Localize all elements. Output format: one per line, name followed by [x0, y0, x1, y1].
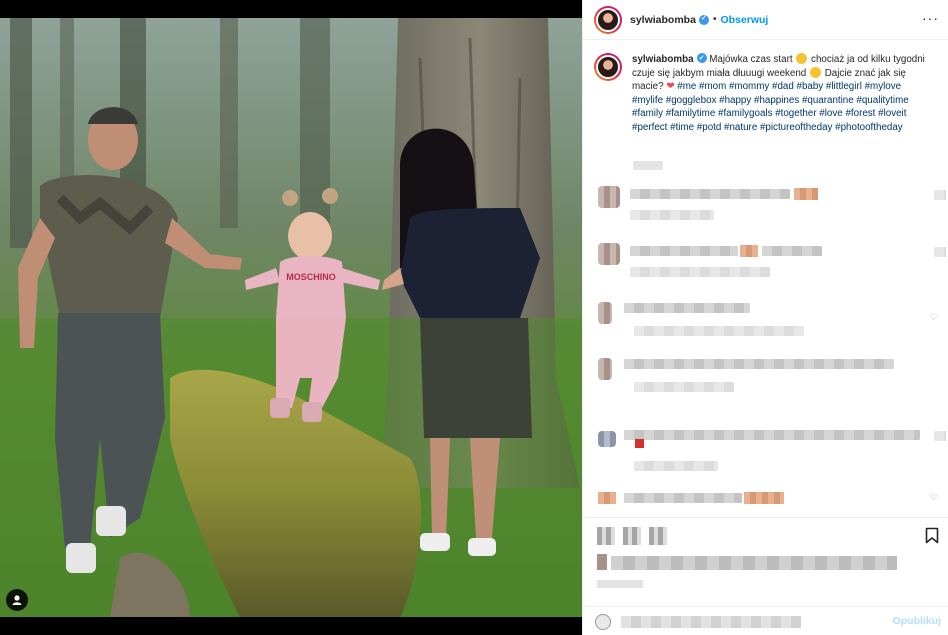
comment-avatar-redacted[interactable]	[598, 492, 616, 504]
smiling-emoji-icon	[796, 53, 808, 64]
like-icon[interactable]	[597, 527, 615, 545]
publish-button[interactable]: Opublikuj	[893, 615, 941, 627]
comment-like-redacted	[934, 190, 946, 200]
comment-flag-redacted	[635, 439, 644, 448]
caption-timestamp-redacted	[633, 161, 663, 170]
comment-text-redacted	[624, 303, 750, 313]
verified-badge-icon	[696, 52, 707, 66]
comment-item	[594, 354, 946, 398]
emoji-icon[interactable]	[595, 613, 611, 630]
comment-avatar[interactable]	[598, 243, 620, 265]
user-silhouette-icon	[12, 595, 22, 605]
comment-like-icon[interactable]: ♡	[930, 312, 938, 323]
add-comment-bar: Opublikuj	[583, 606, 948, 635]
action-icons-redacted	[597, 527, 667, 545]
comment-item	[594, 182, 946, 226]
comment-avatar[interactable]	[598, 302, 612, 324]
caption-username[interactable]: sylwiabomba	[632, 54, 694, 65]
comment-meta-redacted	[634, 461, 718, 471]
comment-icon[interactable]	[623, 527, 641, 545]
comment-text-redacted	[624, 359, 894, 369]
comment-emoji-redacted	[740, 245, 758, 257]
comment-meta-redacted	[634, 382, 734, 392]
more-options-icon[interactable]: ···	[922, 10, 939, 26]
instagram-post-view: MOSCHINO sylwiabomba ✓ • Obserwuj ··· sy…	[0, 0, 948, 635]
follow-button[interactable]: Obserwuj	[720, 14, 768, 26]
comment-item	[594, 239, 946, 283]
comment-emoji-redacted	[794, 188, 818, 200]
photo-scene: MOSCHINO	[0, 18, 582, 617]
post-actions: Opublikuj	[583, 517, 948, 635]
comment-input-redacted[interactable]	[621, 615, 801, 628]
comment-item	[594, 427, 946, 471]
comment-item: ♡	[594, 298, 946, 342]
comment-like-icon[interactable]: ♡	[930, 492, 938, 503]
comment-like-redacted	[934, 431, 946, 441]
comment-text-redacted	[630, 246, 738, 256]
post-date-redacted	[597, 580, 643, 588]
bookmark-icon[interactable]	[925, 527, 939, 544]
post-caption: sylwiabomba Majówka czas start chociaż j…	[594, 52, 944, 135]
comment-text-redacted	[630, 189, 790, 199]
post-photo[interactable]: MOSCHINO	[0, 0, 582, 635]
header-separator: •	[712, 14, 717, 25]
post-side-panel: sylwiabomba • Obserwuj ··· sylwiabomba M…	[582, 0, 948, 635]
author-avatar[interactable]	[594, 5, 622, 34]
share-icon[interactable]	[649, 527, 667, 545]
family-forest-photo: MOSCHINO	[0, 18, 582, 617]
comment-item: ♡	[594, 488, 946, 517]
comment-avatar[interactable]	[598, 358, 612, 380]
comment-avatar[interactable]	[598, 186, 620, 208]
comment-meta-redacted	[634, 326, 804, 336]
caption-text: sylwiabomba Majówka czas start chociaż j…	[632, 52, 932, 135]
comment-meta-redacted	[630, 267, 770, 277]
grinning-emoji-icon	[810, 66, 821, 78]
caption-author-avatar[interactable]	[594, 53, 622, 81]
comment-meta-redacted	[630, 210, 714, 220]
caption-text-part1: Majówka czas start	[709, 54, 793, 65]
comment-avatar[interactable]	[598, 431, 616, 447]
comment-like-redacted	[934, 247, 946, 257]
verified-badge-icon	[698, 14, 709, 25]
author-username[interactable]: sylwiabomba	[630, 14, 696, 26]
comment-text-redacted	[762, 246, 822, 256]
likes-count-redacted[interactable]	[611, 556, 897, 570]
post-header: sylwiabomba • Obserwuj ···	[583, 0, 948, 40]
comment-emoji-redacted	[744, 492, 784, 504]
comment-text-redacted	[624, 493, 742, 503]
red-heart-icon: ❤	[666, 81, 675, 93]
photo-letterbox-top	[0, 0, 582, 18]
likes-avatar-redacted	[597, 554, 607, 570]
svg-text:MOSCHINO: MOSCHINO	[286, 272, 336, 282]
photo-letterbox-bottom	[0, 617, 582, 635]
comment-text-redacted	[624, 430, 920, 440]
comments-area[interactable]: sylwiabomba Majówka czas start chociaż j…	[583, 41, 948, 517]
user-tag-icon[interactable]	[6, 589, 28, 611]
